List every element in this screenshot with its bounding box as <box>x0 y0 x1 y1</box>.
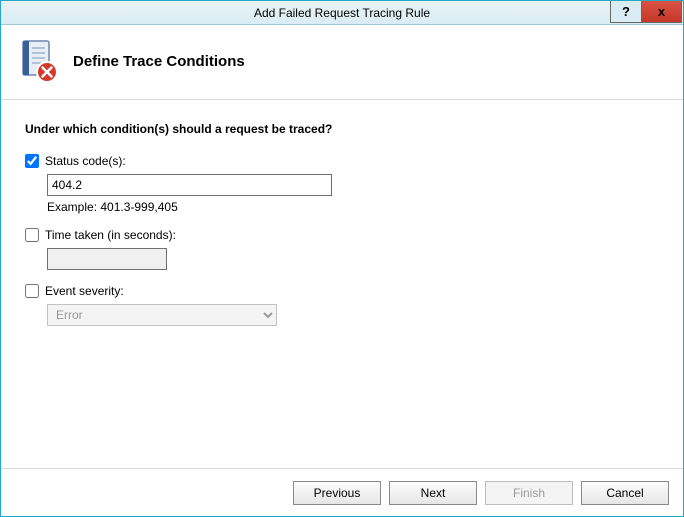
event-severity-checkbox[interactable] <box>25 284 39 298</box>
help-button[interactable]: ? <box>610 1 642 23</box>
question-text: Under which condition(s) should a reques… <box>25 122 659 136</box>
event-severity-select: Error <box>47 304 277 326</box>
time-taken-label: Time taken (in seconds): <box>45 228 176 242</box>
time-taken-row: Time taken (in seconds): <box>25 228 659 242</box>
time-taken-checkbox[interactable] <box>25 228 39 242</box>
header-icon <box>17 39 61 83</box>
previous-button[interactable]: Previous <box>293 481 381 505</box>
time-taken-input <box>47 248 167 270</box>
page-heading: Define Trace Conditions <box>73 53 245 70</box>
cancel-button[interactable]: Cancel <box>581 481 669 505</box>
content-area: Under which condition(s) should a reques… <box>1 100 683 468</box>
status-codes-row: Status code(s): <box>25 154 659 168</box>
event-severity-label: Event severity: <box>45 284 124 298</box>
next-button[interactable]: Next <box>389 481 477 505</box>
time-taken-sub <box>47 248 659 270</box>
wizard-header: Define Trace Conditions <box>1 25 683 100</box>
close-button[interactable]: x <box>642 1 682 23</box>
finish-button: Finish <box>485 481 573 505</box>
wizard-footer: Previous Next Finish Cancel <box>1 468 683 516</box>
event-severity-sub: Error <box>47 304 659 326</box>
status-codes-input[interactable] <box>47 174 332 196</box>
status-codes-label: Status code(s): <box>45 154 126 168</box>
status-codes-sub: Example: 401.3-999,405 <box>47 174 659 214</box>
window-controls: ? x <box>610 1 683 24</box>
title-bar: Add Failed Request Tracing Rule ? x <box>1 1 683 25</box>
status-codes-example: Example: 401.3-999,405 <box>47 200 659 214</box>
status-codes-checkbox[interactable] <box>25 154 39 168</box>
window-title: Add Failed Request Tracing Rule <box>254 6 430 20</box>
wizard-window: Add Failed Request Tracing Rule ? x Defi… <box>0 0 684 517</box>
event-severity-row: Event severity: <box>25 284 659 298</box>
